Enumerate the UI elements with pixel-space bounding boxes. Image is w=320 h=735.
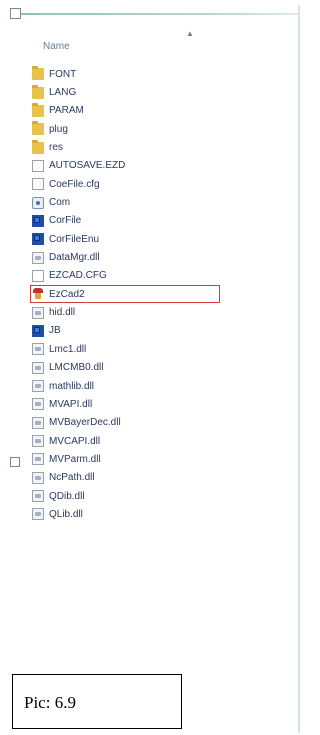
- file-name: AUTOSAVE.EZD: [49, 160, 126, 172]
- file-row[interactable]: Com: [32, 193, 292, 211]
- select-all-checkbox[interactable]: [10, 8, 21, 19]
- doc-icon: [32, 269, 44, 282]
- file-name: Com: [49, 197, 71, 209]
- file-row[interactable]: hid.dll: [32, 303, 292, 321]
- file-row[interactable]: MVBayerDec.dll: [32, 414, 292, 432]
- dll-icon: [32, 306, 44, 319]
- file-name: NcPath.dll: [49, 472, 95, 484]
- file-name: Lmc1.dll: [49, 343, 87, 355]
- file-row[interactable]: MVAPI.dll: [32, 395, 292, 413]
- file-name: QLib.dll: [49, 508, 83, 520]
- file-row[interactable]: MVCAPI.dll: [32, 432, 292, 450]
- dll-icon: [32, 416, 44, 429]
- file-name: EzCad2: [49, 288, 85, 300]
- dll-icon: [32, 453, 44, 466]
- file-name: JB: [49, 325, 61, 337]
- app-icon: [32, 324, 44, 337]
- file-explorer-panel: ▲ Name FONT LANG PARAM plug res AUTOSAVE.EZD C…: [10, 5, 300, 733]
- ezcad-icon: [32, 288, 44, 300]
- dll-icon: [32, 343, 44, 356]
- file-row[interactable]: AUTOSAVE.EZD: [32, 157, 292, 175]
- doc-icon: [32, 178, 44, 191]
- dll-icon: [32, 471, 44, 484]
- file-name: MVCAPI.dll: [49, 435, 101, 447]
- figure-caption: Pic: 6.9: [24, 693, 76, 712]
- app-icon: [32, 233, 44, 246]
- file-row[interactable]: QDib.dll: [32, 487, 292, 505]
- com-icon: [32, 196, 44, 209]
- file-name: hid.dll: [49, 307, 76, 319]
- dll-icon: [32, 380, 44, 393]
- file-row[interactable]: Lmc1.dll: [32, 340, 292, 358]
- file-row[interactable]: CorFileEnu: [32, 230, 292, 248]
- file-row[interactable]: PARAM: [32, 102, 292, 120]
- file-name: MVBayerDec.dll: [49, 417, 121, 429]
- file-row[interactable]: EZCAD.CFG: [32, 267, 292, 285]
- file-row[interactable]: NcPath.dll: [32, 469, 292, 487]
- file-row[interactable]: FONT: [32, 65, 292, 83]
- file-row[interactable]: res: [32, 138, 292, 156]
- dll-icon: [32, 398, 44, 411]
- file-row[interactable]: JB: [32, 322, 292, 340]
- file-row[interactable]: MVParm.dll: [32, 450, 292, 468]
- file-row[interactable]: plug: [32, 120, 292, 138]
- file-row[interactable]: LANG: [32, 83, 292, 101]
- file-name: CoeFile.cfg: [49, 178, 100, 190]
- name-column-header[interactable]: Name: [43, 41, 70, 52]
- file-name: EZCAD.CFG: [49, 270, 107, 282]
- file-name: LANG: [49, 87, 77, 99]
- file-list: FONT LANG PARAM plug res AUTOSAVE.EZD CoeFile.…: [30, 65, 292, 524]
- folder-icon: [32, 139, 44, 154]
- file-row[interactable]: CoeFile.cfg: [32, 175, 292, 193]
- header-divider: [10, 13, 300, 15]
- dll-icon: [32, 508, 44, 521]
- file-name: QDib.dll: [49, 490, 85, 502]
- folder-icon: [32, 102, 44, 117]
- file-row[interactable]: mathlib.dll: [32, 377, 292, 395]
- dll-icon: [32, 490, 44, 503]
- file-name: CorFile: [49, 215, 82, 227]
- file-name: DataMgr.dll: [49, 252, 100, 264]
- dll-icon: [32, 361, 44, 374]
- file-row[interactable]: DataMgr.dll: [32, 248, 292, 266]
- file-row[interactable]: QLib.dll: [32, 505, 292, 523]
- panel-edge: [298, 5, 300, 733]
- file-name: MVAPI.dll: [49, 398, 93, 410]
- folder-icon: [32, 84, 44, 99]
- file-name: plug: [49, 123, 68, 135]
- file-row[interactable]: LMCMB0.dll: [32, 359, 292, 377]
- sort-arrow-icon[interactable]: ▲: [186, 29, 194, 38]
- file-row[interactable]: CorFile: [32, 212, 292, 230]
- figure-caption-box: Pic: 6.9: [12, 674, 182, 729]
- doc-icon: [32, 159, 44, 172]
- file-row[interactable]: EzCad2: [30, 285, 220, 304]
- file-name: mathlib.dll: [49, 380, 95, 392]
- file-name: CorFileEnu: [49, 233, 100, 245]
- file-name: PARAM: [49, 105, 84, 117]
- folder-icon: [32, 66, 44, 81]
- app-icon: [32, 214, 44, 227]
- dll-icon: [32, 251, 44, 264]
- file-name: LMCMB0.dll: [49, 362, 104, 374]
- file-name: MVParm.dll: [49, 453, 101, 465]
- file-name: res: [49, 142, 63, 154]
- folder-icon: [32, 121, 44, 136]
- dll-icon: [32, 435, 44, 448]
- file-name: FONT: [49, 68, 77, 80]
- row-checkbox[interactable]: [10, 457, 20, 467]
